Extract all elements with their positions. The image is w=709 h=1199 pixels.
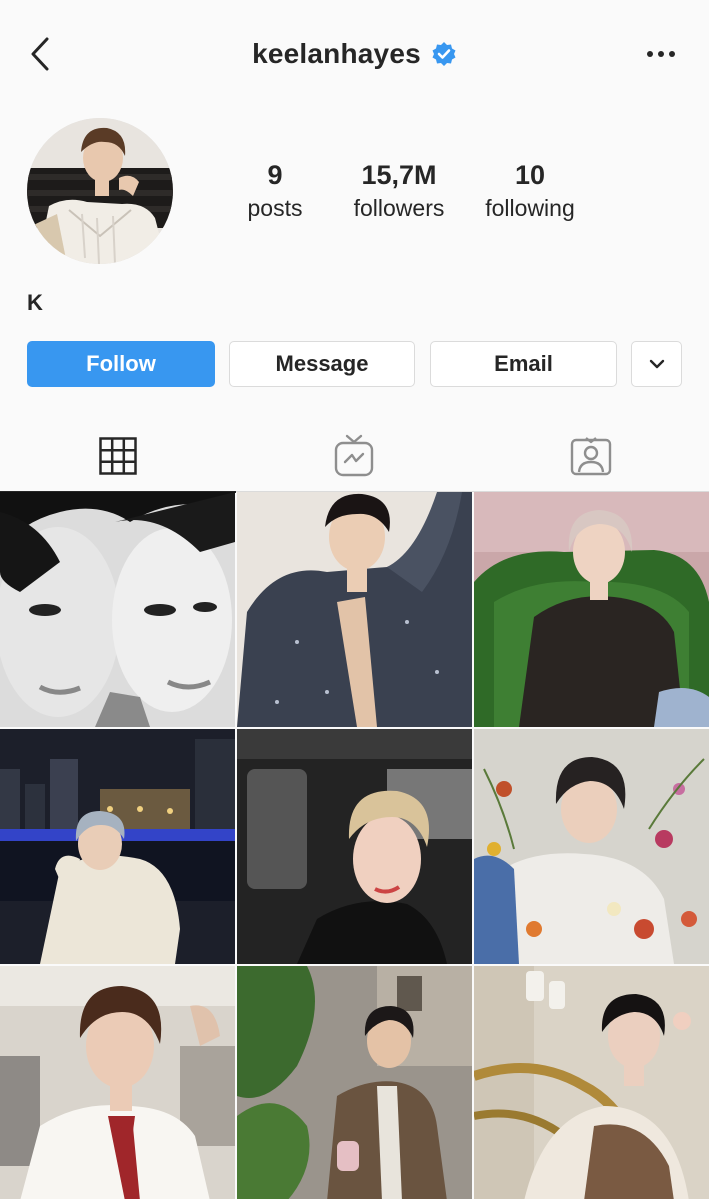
profile-stats: 9 posts 15,7M followers 10 following	[210, 158, 610, 238]
profile-bio: K	[27, 290, 43, 315]
post-thumbnail[interactable]	[237, 492, 472, 727]
post-thumbnail[interactable]	[237, 729, 472, 964]
posts-grid	[0, 492, 709, 1199]
tv-icon	[334, 434, 374, 477]
follow-button[interactable]: Follow	[27, 341, 215, 387]
more-options-button[interactable]	[641, 34, 681, 74]
username-title: keelanhayes	[252, 38, 421, 69]
tab-grid[interactable]	[0, 420, 236, 493]
posts-count: 9	[267, 160, 283, 190]
tab-tagged[interactable]	[473, 420, 709, 492]
grid-icon	[99, 437, 137, 475]
verified-badge-icon	[432, 42, 456, 66]
post-thumbnail[interactable]	[474, 966, 709, 1199]
profile-avatar[interactable]	[27, 118, 173, 264]
post-thumbnail[interactable]	[474, 492, 709, 727]
post-thumbnail[interactable]	[474, 729, 709, 964]
following-count: 10	[514, 160, 546, 190]
followers-label: followers	[353, 195, 445, 221]
post-thumbnail[interactable]	[0, 966, 235, 1199]
followers-stat[interactable]: 15,7M followers	[334, 158, 464, 224]
following-stat[interactable]: 10 following	[465, 158, 595, 224]
chevron-down-icon	[649, 359, 664, 369]
profile-tabs	[0, 420, 709, 493]
email-button[interactable]: Email	[430, 341, 617, 387]
post-thumbnail[interactable]	[237, 966, 472, 1199]
posts-label: posts	[247, 195, 303, 221]
avatar-photo	[27, 118, 173, 264]
suggested-accounts-button[interactable]	[631, 341, 682, 387]
top-bar: keelanhayes	[0, 0, 709, 108]
following-label: following	[485, 195, 575, 221]
tab-igtv[interactable]	[236, 420, 472, 492]
tagged-person-icon	[570, 437, 612, 476]
post-thumbnail[interactable]	[0, 492, 235, 727]
profile-header: keelanhayes	[0, 34, 709, 74]
message-button[interactable]: Message	[229, 341, 415, 387]
post-thumbnail[interactable]	[0, 729, 235, 964]
posts-stat[interactable]: 9 posts	[210, 158, 340, 224]
more-horizontal-icon	[647, 51, 675, 57]
followers-count: 15,7M	[361, 160, 437, 190]
